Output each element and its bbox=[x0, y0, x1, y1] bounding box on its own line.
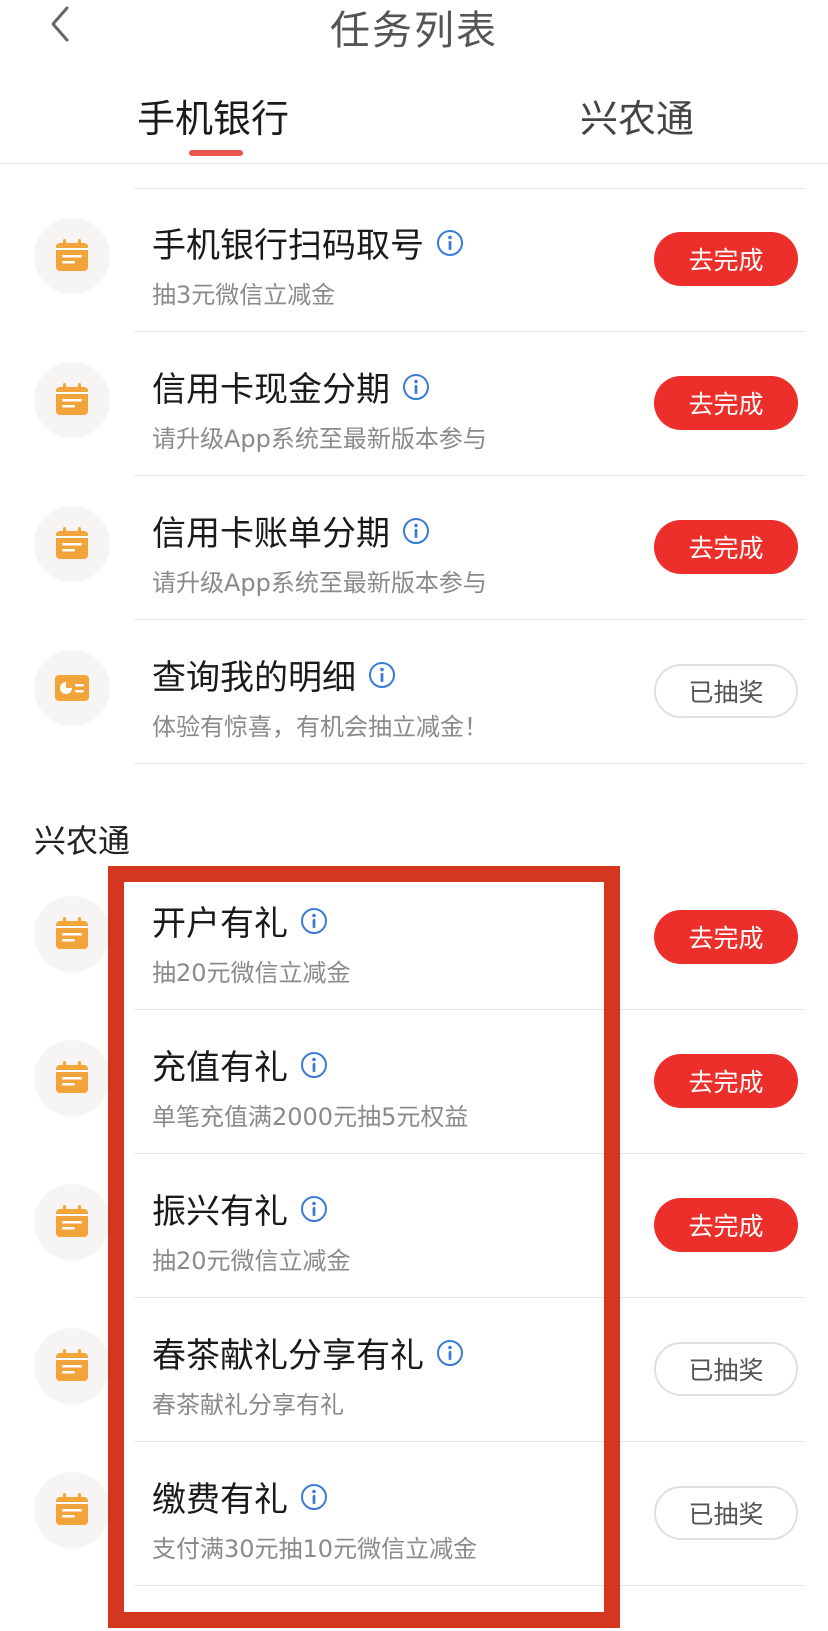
page-title: 任务列表 bbox=[330, 8, 498, 54]
go-complete-button[interactable]: 去完成 bbox=[654, 520, 798, 574]
info-icon[interactable] bbox=[402, 373, 430, 401]
task-title: 开户有礼 bbox=[152, 904, 288, 944]
info-icon[interactable] bbox=[300, 1195, 328, 1223]
go-complete-button[interactable]: 去完成 bbox=[654, 910, 798, 964]
calendar-icon bbox=[34, 362, 110, 438]
calendar-icon bbox=[34, 506, 110, 582]
task-row: 振兴有礼 抽20元微信立减金 去完成 bbox=[0, 1154, 828, 1298]
task-row: 春茶献礼分享有礼 春茶献礼分享有礼 已抽奖 bbox=[0, 1298, 828, 1442]
go-complete-button[interactable]: 去完成 bbox=[654, 1054, 798, 1108]
task-title: 春茶献礼分享有礼 bbox=[152, 1336, 424, 1376]
task-row: 缴费有礼 支付满30元抽10元微信立减金 已抽奖 bbox=[0, 1442, 828, 1586]
info-icon[interactable] bbox=[300, 1483, 328, 1511]
chart-card-icon bbox=[34, 650, 110, 726]
calendar-icon bbox=[34, 896, 110, 972]
active-tab-indicator bbox=[189, 150, 243, 156]
task-subtitle: 抽20元微信立减金 bbox=[152, 1247, 351, 1275]
task-subtitle: 单笔充值满2000元抽5元权益 bbox=[152, 1103, 469, 1131]
go-complete-button[interactable]: 去完成 bbox=[654, 376, 798, 430]
task-row: 充值有礼 单笔充值满2000元抽5元权益 去完成 bbox=[0, 1010, 828, 1154]
tab-bar: 手机银行 兴农通 bbox=[0, 80, 828, 164]
task-title: 充值有礼 bbox=[152, 1048, 288, 1088]
calendar-icon bbox=[34, 1184, 110, 1260]
task-subtitle: 体验有惊喜，有机会抽立减金！ bbox=[152, 713, 488, 741]
info-icon[interactable] bbox=[368, 661, 396, 689]
section-title: 兴农通 bbox=[34, 822, 131, 860]
go-complete-button[interactable]: 去完成 bbox=[654, 1198, 798, 1252]
tab-mobile-banking[interactable]: 手机银行 bbox=[137, 88, 289, 143]
already-drawn-button[interactable]: 已抽奖 bbox=[654, 664, 798, 718]
info-icon[interactable] bbox=[300, 1051, 328, 1079]
info-icon[interactable] bbox=[436, 1339, 464, 1367]
go-complete-button[interactable]: 去完成 bbox=[654, 232, 798, 286]
task-subtitle: 春茶献礼分享有礼 bbox=[152, 1391, 344, 1419]
task-title: 手机银行扫码取号 bbox=[152, 226, 424, 266]
row-divider bbox=[134, 1585, 804, 1586]
already-drawn-button[interactable]: 已抽奖 bbox=[654, 1486, 798, 1540]
already-drawn-button[interactable]: 已抽奖 bbox=[654, 1342, 798, 1396]
task-title: 查询我的明细 bbox=[152, 658, 356, 698]
task-subtitle: 请升级App系统至最新版本参与 bbox=[152, 569, 487, 597]
task-title: 振兴有礼 bbox=[152, 1192, 288, 1232]
task-row: 开户有礼 抽20元微信立减金 去完成 bbox=[0, 866, 828, 1010]
task-row: 信用卡账单分期 请升级App系统至最新版本参与 去完成 bbox=[0, 476, 828, 620]
calendar-icon bbox=[34, 1328, 110, 1404]
task-row: 手机银行扫码取号 抽3元微信立减金 去完成 bbox=[0, 188, 828, 332]
calendar-icon bbox=[34, 218, 110, 294]
info-icon[interactable] bbox=[300, 907, 328, 935]
task-subtitle: 支付满30元抽10元微信立减金 bbox=[152, 1535, 478, 1563]
task-row: 查询我的明细 体验有惊喜，有机会抽立减金！ 已抽奖 bbox=[0, 620, 828, 764]
tab-xingnongtong[interactable]: 兴农通 bbox=[580, 88, 694, 143]
calendar-icon bbox=[34, 1472, 110, 1548]
task-title: 信用卡账单分期 bbox=[152, 514, 390, 554]
task-row: 信用卡现金分期 请升级App系统至最新版本参与 去完成 bbox=[0, 332, 828, 476]
task-title: 信用卡现金分期 bbox=[152, 370, 390, 410]
calendar-icon bbox=[34, 1040, 110, 1116]
task-title: 缴费有礼 bbox=[152, 1480, 288, 1520]
task-subtitle: 请升级App系统至最新版本参与 bbox=[152, 425, 487, 453]
row-divider bbox=[134, 763, 804, 764]
task-subtitle: 抽3元微信立减金 bbox=[152, 281, 336, 309]
header-bar: 任务列表 bbox=[0, 0, 828, 70]
task-subtitle: 抽20元微信立减金 bbox=[152, 959, 351, 987]
info-icon[interactable] bbox=[436, 229, 464, 257]
info-icon[interactable] bbox=[402, 517, 430, 545]
